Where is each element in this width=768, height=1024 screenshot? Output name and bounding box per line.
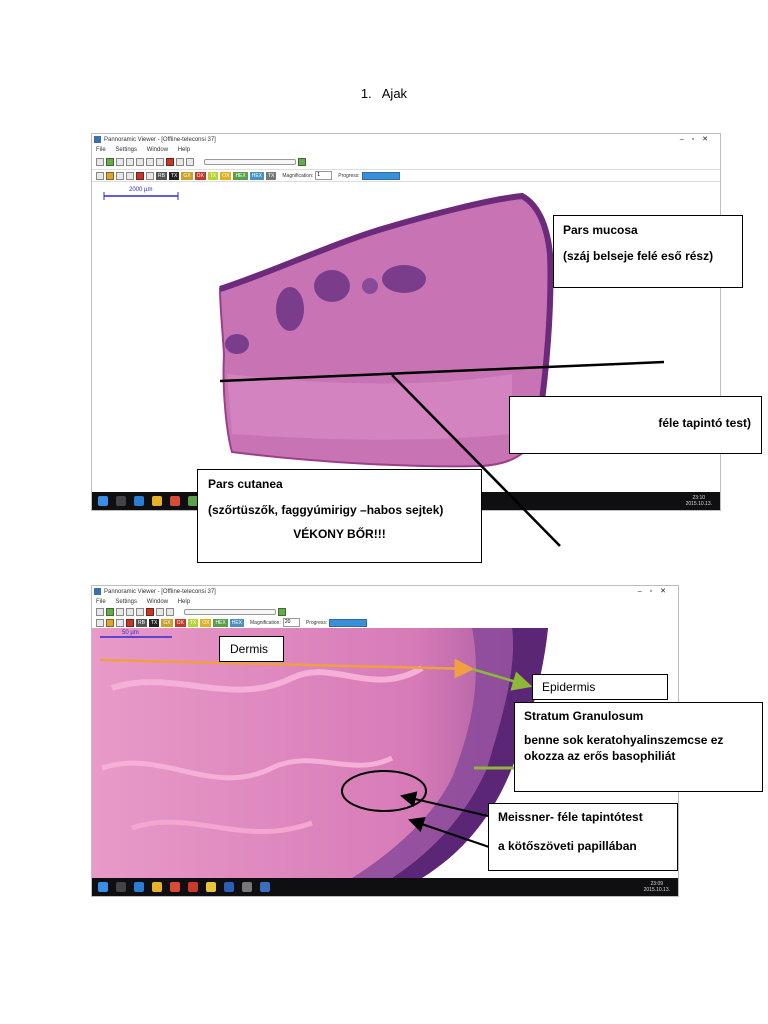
menu-settings[interactable]: Settings xyxy=(115,599,137,605)
refresh-icon[interactable] xyxy=(278,607,286,616)
menu-file[interactable]: File xyxy=(96,599,106,605)
callout-title: Meissner- féle tapintótest xyxy=(498,810,643,824)
print-icon[interactable] xyxy=(116,607,124,616)
viewer-screenshot-overview: Pannoramic Viewer - [Offline-teleconsi 3… xyxy=(91,133,721,511)
viewer-toolbar-main xyxy=(92,606,678,617)
viewer-app-icon[interactable] xyxy=(260,882,270,892)
scale-bar-label: 2000 µm xyxy=(129,187,152,193)
open-icon[interactable] xyxy=(96,607,104,616)
zoom-slider[interactable] xyxy=(184,608,276,615)
callout-title: Pars cutanea xyxy=(208,477,283,491)
window-controls[interactable]: –▫✕ xyxy=(638,586,674,598)
channel-button[interactable]: TX xyxy=(148,618,160,627)
word-icon[interactable] xyxy=(224,882,234,892)
clock-date: 2015.10.13. xyxy=(685,501,712,507)
menu-help[interactable]: Help xyxy=(178,599,190,605)
channel-button[interactable]: RB xyxy=(136,618,147,627)
search-icon[interactable] xyxy=(116,882,126,892)
cutanea-region xyxy=(227,374,512,440)
callout-dermis: Dermis xyxy=(219,636,284,662)
copy-icon[interactable] xyxy=(126,607,134,616)
layout-icon[interactable] xyxy=(136,607,144,616)
callout-pars-cutanea: Pars cutanea (szőrtüszők, faggyúmirigy –… xyxy=(197,469,482,563)
channel-button[interactable]: OX xyxy=(200,618,212,627)
progress-label: Progress: xyxy=(305,619,328,626)
callout-desc: benne sok keratohyalinszemcse ez okozza … xyxy=(524,733,724,763)
channel-button[interactable]: TX xyxy=(187,618,199,627)
annotation-icon[interactable] xyxy=(106,618,114,627)
taskbar-clock: 23:09 2015.10.13. xyxy=(644,881,670,893)
callout-desc: (szőrtüszők, faggyúmirigy –habos sejtek) xyxy=(208,503,444,517)
viewer-title: Pannoramic Viewer - [Offline-teleconsi 3… xyxy=(104,589,216,595)
edge-browser-icon[interactable] xyxy=(134,496,144,506)
zoom-out-icon[interactable] xyxy=(166,607,174,616)
search-icon[interactable] xyxy=(116,496,126,506)
progress-bar xyxy=(329,618,368,627)
callout-text: Epidermis xyxy=(542,680,596,694)
callout-tapinto: féle tapintó test) xyxy=(509,396,762,454)
callout-meissner: Meissner- féle tapintótest a kötőszöveti… xyxy=(488,803,678,871)
clock-date: 2015.10.13. xyxy=(643,887,670,893)
callout-stratum-granulosum: Stratum Granulosum benne sok keratohyali… xyxy=(514,702,763,792)
callout-note: VÉKONY BŐR!!! xyxy=(293,527,386,541)
gland-cluster xyxy=(314,270,350,302)
callout-text: féle tapintó test) xyxy=(658,416,751,430)
section-heading: 1. Ajak xyxy=(0,86,768,101)
app-icon xyxy=(94,587,101,595)
chrome-icon[interactable] xyxy=(170,496,180,506)
scale-bar-label: 50 µm xyxy=(122,630,139,636)
pan-icon[interactable] xyxy=(116,618,124,627)
close-view-icon[interactable] xyxy=(146,607,154,616)
viewer-toolbar-channels: RB TX GX OX TX OX HEX HEX Magnification:… xyxy=(92,617,678,628)
file-explorer-icon[interactable] xyxy=(152,882,162,892)
zoom-in-icon[interactable] xyxy=(156,607,164,616)
channel-button[interactable]: HEX xyxy=(213,618,228,627)
gland-cluster xyxy=(382,265,426,293)
viewer-titlebar: Pannoramic Viewer - [Offline-teleconsi 3… xyxy=(92,586,678,598)
magnification-input[interactable]: 20 xyxy=(282,618,300,627)
windows-start-icon[interactable] xyxy=(98,496,108,506)
chrome-icon[interactable] xyxy=(170,882,180,892)
gland-cluster xyxy=(362,278,378,294)
edge-browser-icon[interactable] xyxy=(134,882,144,892)
callout-pars-mucosa: Pars mucosa (száj belseje felé eső rész) xyxy=(553,215,743,288)
pdf-reader-icon[interactable] xyxy=(188,882,198,892)
menu-window[interactable]: Window xyxy=(147,599,168,605)
gland-cluster xyxy=(225,334,249,354)
callout-text: Dermis xyxy=(230,642,268,656)
heading-number: 1. xyxy=(360,86,372,101)
magnification-label: Magnification: xyxy=(250,619,281,626)
channel-button[interactable]: GX xyxy=(161,618,173,627)
gland-cluster xyxy=(276,287,304,331)
marker-icon[interactable] xyxy=(126,618,134,627)
home-icon[interactable] xyxy=(96,618,104,627)
file-explorer-icon[interactable] xyxy=(152,496,162,506)
callout-desc: (száj belseje felé eső rész) xyxy=(563,249,714,263)
callout-epidermis: Epidermis xyxy=(532,674,668,700)
save-icon[interactable] xyxy=(106,607,114,616)
heading-text: Ajak xyxy=(381,86,408,101)
callout-desc: a kötőszöveti papillában xyxy=(498,839,637,853)
channel-button[interactable]: OX xyxy=(174,618,186,627)
folder-icon[interactable] xyxy=(206,882,216,892)
callout-title: Pars mucosa xyxy=(563,223,638,237)
calculator-icon[interactable] xyxy=(242,882,252,892)
callout-title: Stratum Granulosum xyxy=(524,709,644,723)
windows-taskbar: 23:09 2015.10.13. xyxy=(92,878,678,896)
windows-start-icon[interactable] xyxy=(98,882,108,892)
taskbar-clock: 23:10 2015.10.13. xyxy=(686,495,712,507)
channel-button[interactable]: HEX xyxy=(229,618,244,627)
